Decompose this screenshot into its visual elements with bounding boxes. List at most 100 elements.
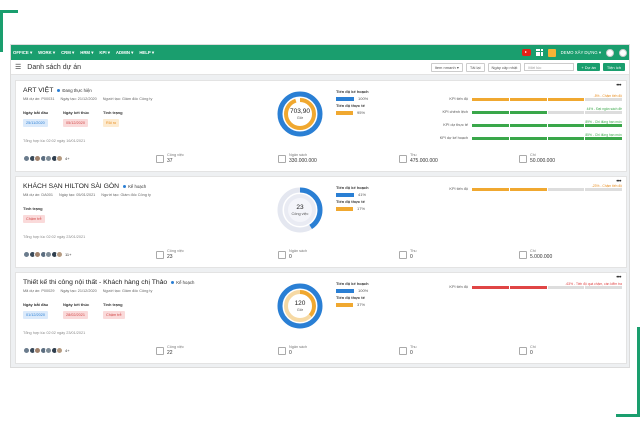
donut-unit: Công việc (291, 212, 309, 216)
state-chip: Chậm trễ (23, 215, 45, 223)
stat-income: Thu 0 (399, 249, 417, 260)
stat-label: Chi (530, 345, 536, 349)
plan-bar (336, 288, 354, 293)
expense-icon (519, 346, 527, 355)
stat-value: 22 (167, 350, 173, 356)
actual-value: 95% (357, 110, 366, 115)
stat-label: Công việc (167, 249, 184, 253)
members-more: 11+ (65, 252, 72, 257)
project-card[interactable]: KHÁCH SẠN HILTON SÀI GÒN Kế hoạch Mã dự á… (15, 176, 627, 268)
page-toolbar: ☰ Danh sách dự án Item nmanh ▾ Tải lại N… (11, 60, 629, 75)
created-date: Ngày tạo: 21/12/2020 (60, 97, 97, 101)
nav-work[interactable]: WORK ▾ (38, 50, 55, 56)
project-card[interactable]: Thiết kế thi công nội thất - Khách hàng … (15, 272, 627, 364)
nav-admin[interactable]: ADMIN ▾ (116, 50, 133, 56)
plan-bar (336, 192, 354, 197)
sort-select[interactable]: Ngày cập nhật (487, 62, 522, 72)
stat-label: Công việc (167, 153, 184, 157)
company-icon (547, 48, 556, 57)
stat-tasks: Công việc 23 (156, 249, 184, 260)
kpi-row: KPI tiến độ -63% - Tiến độ quá chậm, cần … (412, 282, 622, 289)
budget-icon (278, 154, 286, 163)
expense-icon (519, 154, 527, 163)
plan-label: Tiến độ kế hoạch (336, 281, 369, 286)
more-options-icon[interactable]: ••• (616, 83, 621, 89)
state-label: Tình trạng (23, 206, 43, 211)
top-nav: OFFICE ▾ WORK ▾ CRM ▾ HRM ▾ KPI ▾ ADMIN … (11, 45, 629, 60)
company-switcher[interactable]: DEMO XÂY DỰNG ▾ (561, 50, 601, 56)
stat-value: 475.000.000 (410, 158, 438, 164)
decor-line (616, 414, 640, 417)
kpi-label: KPI dự thực tế (443, 123, 468, 127)
item-menu-dropdown[interactable]: Item nmanh ▾ (430, 62, 463, 72)
stat-budget: Ngân sách 0 (278, 345, 307, 356)
add-project-button[interactable]: + Dự án (577, 63, 600, 71)
plan-value: 100% (358, 96, 369, 101)
progress-block: Tiến độ kế hoạch 100% Tiến độ thực tế 95… (336, 89, 369, 117)
start-label: Ngày bắt đầu (23, 302, 49, 307)
project-name[interactable]: KHÁCH SẠN HILTON SÀI GÒN (23, 183, 119, 190)
project-card[interactable]: ART VIỆT Đang thực hiện Mã dự án: P00031 N… (15, 80, 627, 172)
creator: Người tạo: Giám đốc Công ty (101, 193, 151, 197)
youtube-icon[interactable] (521, 49, 531, 56)
stat-expense: Chi 0 (519, 345, 536, 356)
state-label: Tình trạng (103, 110, 123, 115)
project-code: Mã dự án: P00029 (23, 289, 55, 293)
member-avatars[interactable]: 4+ (23, 347, 70, 354)
stat-tasks: Công việc 37 (156, 153, 184, 164)
member-avatars[interactable]: 4+ (23, 155, 70, 162)
user-avatar[interactable] (619, 48, 627, 57)
nav-help[interactable]: HELP ▾ (139, 50, 154, 56)
status-badge: Đang thực hiện (57, 88, 91, 93)
stat-value: 0 (530, 350, 533, 356)
actual-value: 37% (357, 302, 366, 307)
plan-bar (336, 96, 354, 101)
plan-value: 100% (358, 288, 369, 293)
kpi-row: KPI tiến độ -5% - Chậm tiến độ (412, 94, 622, 101)
stat-tasks: Công việc 22 (156, 345, 184, 356)
kpi-row: KPI chênh lệch 44% - Đạt ngân sách đề (412, 107, 622, 114)
stat-value: 330.000.000 (289, 158, 317, 164)
end-label: Ngày kết thúc (63, 110, 90, 115)
utilities-button[interactable]: Tiện ích (602, 63, 625, 71)
updated-time: Tổng hợp lúc 02:02 ngày 16/01/2021 (23, 139, 86, 143)
nav-office[interactable]: OFFICE ▾ (13, 50, 32, 56)
project-name[interactable]: ART VIỆT (23, 87, 53, 94)
stat-value: 37 (167, 158, 173, 164)
project-code: Mã dự án: P00031 (23, 97, 55, 101)
stat-budget: Ngân sách 330.000.000 (278, 153, 317, 164)
nav-hrm[interactable]: HRM ▾ (80, 50, 93, 56)
nav-crm[interactable]: CRM ▾ (61, 50, 74, 56)
kpi-label: KPI tiến độ (449, 97, 468, 101)
stat-expense: Chi 50.000.000 (519, 153, 555, 164)
donut-value: 23 (296, 204, 304, 211)
help-icon[interactable] (606, 48, 614, 57)
actual-label: Tiến độ thực tế (336, 103, 365, 108)
creator: Người tạo: Giám đốc Công ty (102, 97, 153, 101)
stat-value: 0 (410, 254, 413, 260)
donut-unit: Giờ (296, 116, 304, 120)
end-date-chip: 05/12/2020 (63, 119, 89, 127)
decor-line (0, 10, 18, 13)
stat-expense: Chi 5.000.000 (519, 249, 552, 260)
stat-label: Thu (410, 345, 417, 349)
apps-grid-icon[interactable] (535, 49, 543, 56)
income-icon (399, 250, 407, 259)
status-badge: Kế hoạch (171, 280, 194, 285)
search-input[interactable]: Mới lúc (524, 63, 575, 71)
more-options-icon[interactable]: ••• (616, 275, 621, 281)
budget-icon (278, 346, 286, 355)
tasks-icon (156, 250, 164, 259)
reload-button[interactable]: Tải lại (465, 62, 485, 72)
actual-value: 17% (357, 206, 366, 211)
member-avatars[interactable]: 11+ (23, 251, 72, 258)
stat-value: 0 (410, 350, 413, 356)
project-name[interactable]: Thiết kế thi công nội thất - Khách hàng … (23, 279, 167, 286)
start-label: Ngày bắt đầu (23, 110, 49, 115)
nav-kpi[interactable]: KPI ▾ (99, 50, 110, 56)
more-options-icon[interactable]: ••• (616, 179, 621, 185)
page-title: Danh sách dự án (27, 63, 82, 71)
actual-bar (336, 206, 353, 211)
menu-icon[interactable]: ☰ (15, 63, 21, 71)
stat-value: 50.000.000 (530, 158, 556, 164)
